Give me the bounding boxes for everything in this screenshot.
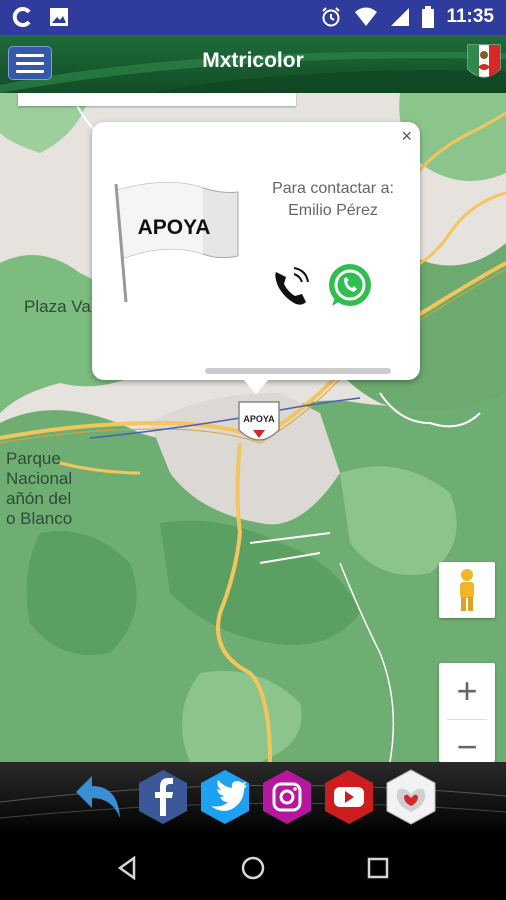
contact-name: Emilio Pérez <box>288 202 378 219</box>
status-bar: 11:35 <box>0 0 506 35</box>
app-bar: Mxtricolor <box>0 35 506 93</box>
back-nav-icon[interactable] <box>112 852 144 884</box>
mxtricolor-logo-icon <box>467 44 501 78</box>
info-window: × APOYA Para contactar a: Emilio Pérez <box>92 122 420 380</box>
zoom-controls: + − <box>439 663 495 762</box>
phone-call-icon[interactable] <box>268 262 312 310</box>
facebook-icon[interactable] <box>136 768 190 826</box>
status-time: 11:35 <box>446 6 494 27</box>
image-icon <box>50 8 68 26</box>
instagram-icon[interactable] <box>260 768 314 826</box>
map-marker-label: APOYA <box>243 414 275 424</box>
contact-title: Para contactar a: <box>272 180 394 197</box>
signal-icon <box>391 8 410 26</box>
wifi-icon <box>355 7 378 26</box>
apoya-flag-icon: APOYA <box>114 182 239 303</box>
info-window-tail <box>242 378 270 394</box>
home-nav-icon[interactable] <box>237 852 269 884</box>
back-arrow-icon[interactable] <box>72 768 126 826</box>
social-bar <box>0 762 506 836</box>
c-app-icon <box>12 7 31 27</box>
whatsapp-icon[interactable] <box>326 262 374 310</box>
map-marker[interactable]: APOYA <box>237 400 281 448</box>
flag-label: APOYA <box>138 216 211 239</box>
youtube-icon[interactable] <box>322 768 376 826</box>
recents-nav-icon[interactable] <box>362 852 394 884</box>
map-label-plaza: Plaza Va <box>24 297 91 316</box>
info-window-scrollbar[interactable] <box>205 368 391 374</box>
street-view-button[interactable] <box>439 562 495 618</box>
battery-icon <box>422 6 435 28</box>
pegman-icon <box>460 569 474 611</box>
tricolor-heart-icon[interactable] <box>384 768 438 826</box>
map-label-park-1: Parque <box>6 449 61 468</box>
twitter-icon[interactable] <box>198 768 252 826</box>
map-search-strip[interactable] <box>18 93 296 106</box>
close-icon[interactable]: × <box>401 126 412 147</box>
alarm-icon <box>322 7 341 27</box>
map-label-park-4: o Blanco <box>6 509 73 528</box>
app-title: Mxtricolor <box>202 49 304 72</box>
map-label-park-3: añón del <box>6 489 72 508</box>
zoom-in-button[interactable]: + <box>439 663 495 719</box>
android-nav-bar <box>0 836 506 900</box>
map-label-park-2: Nacional <box>6 469 73 488</box>
zoom-out-button[interactable]: − <box>439 719 495 762</box>
